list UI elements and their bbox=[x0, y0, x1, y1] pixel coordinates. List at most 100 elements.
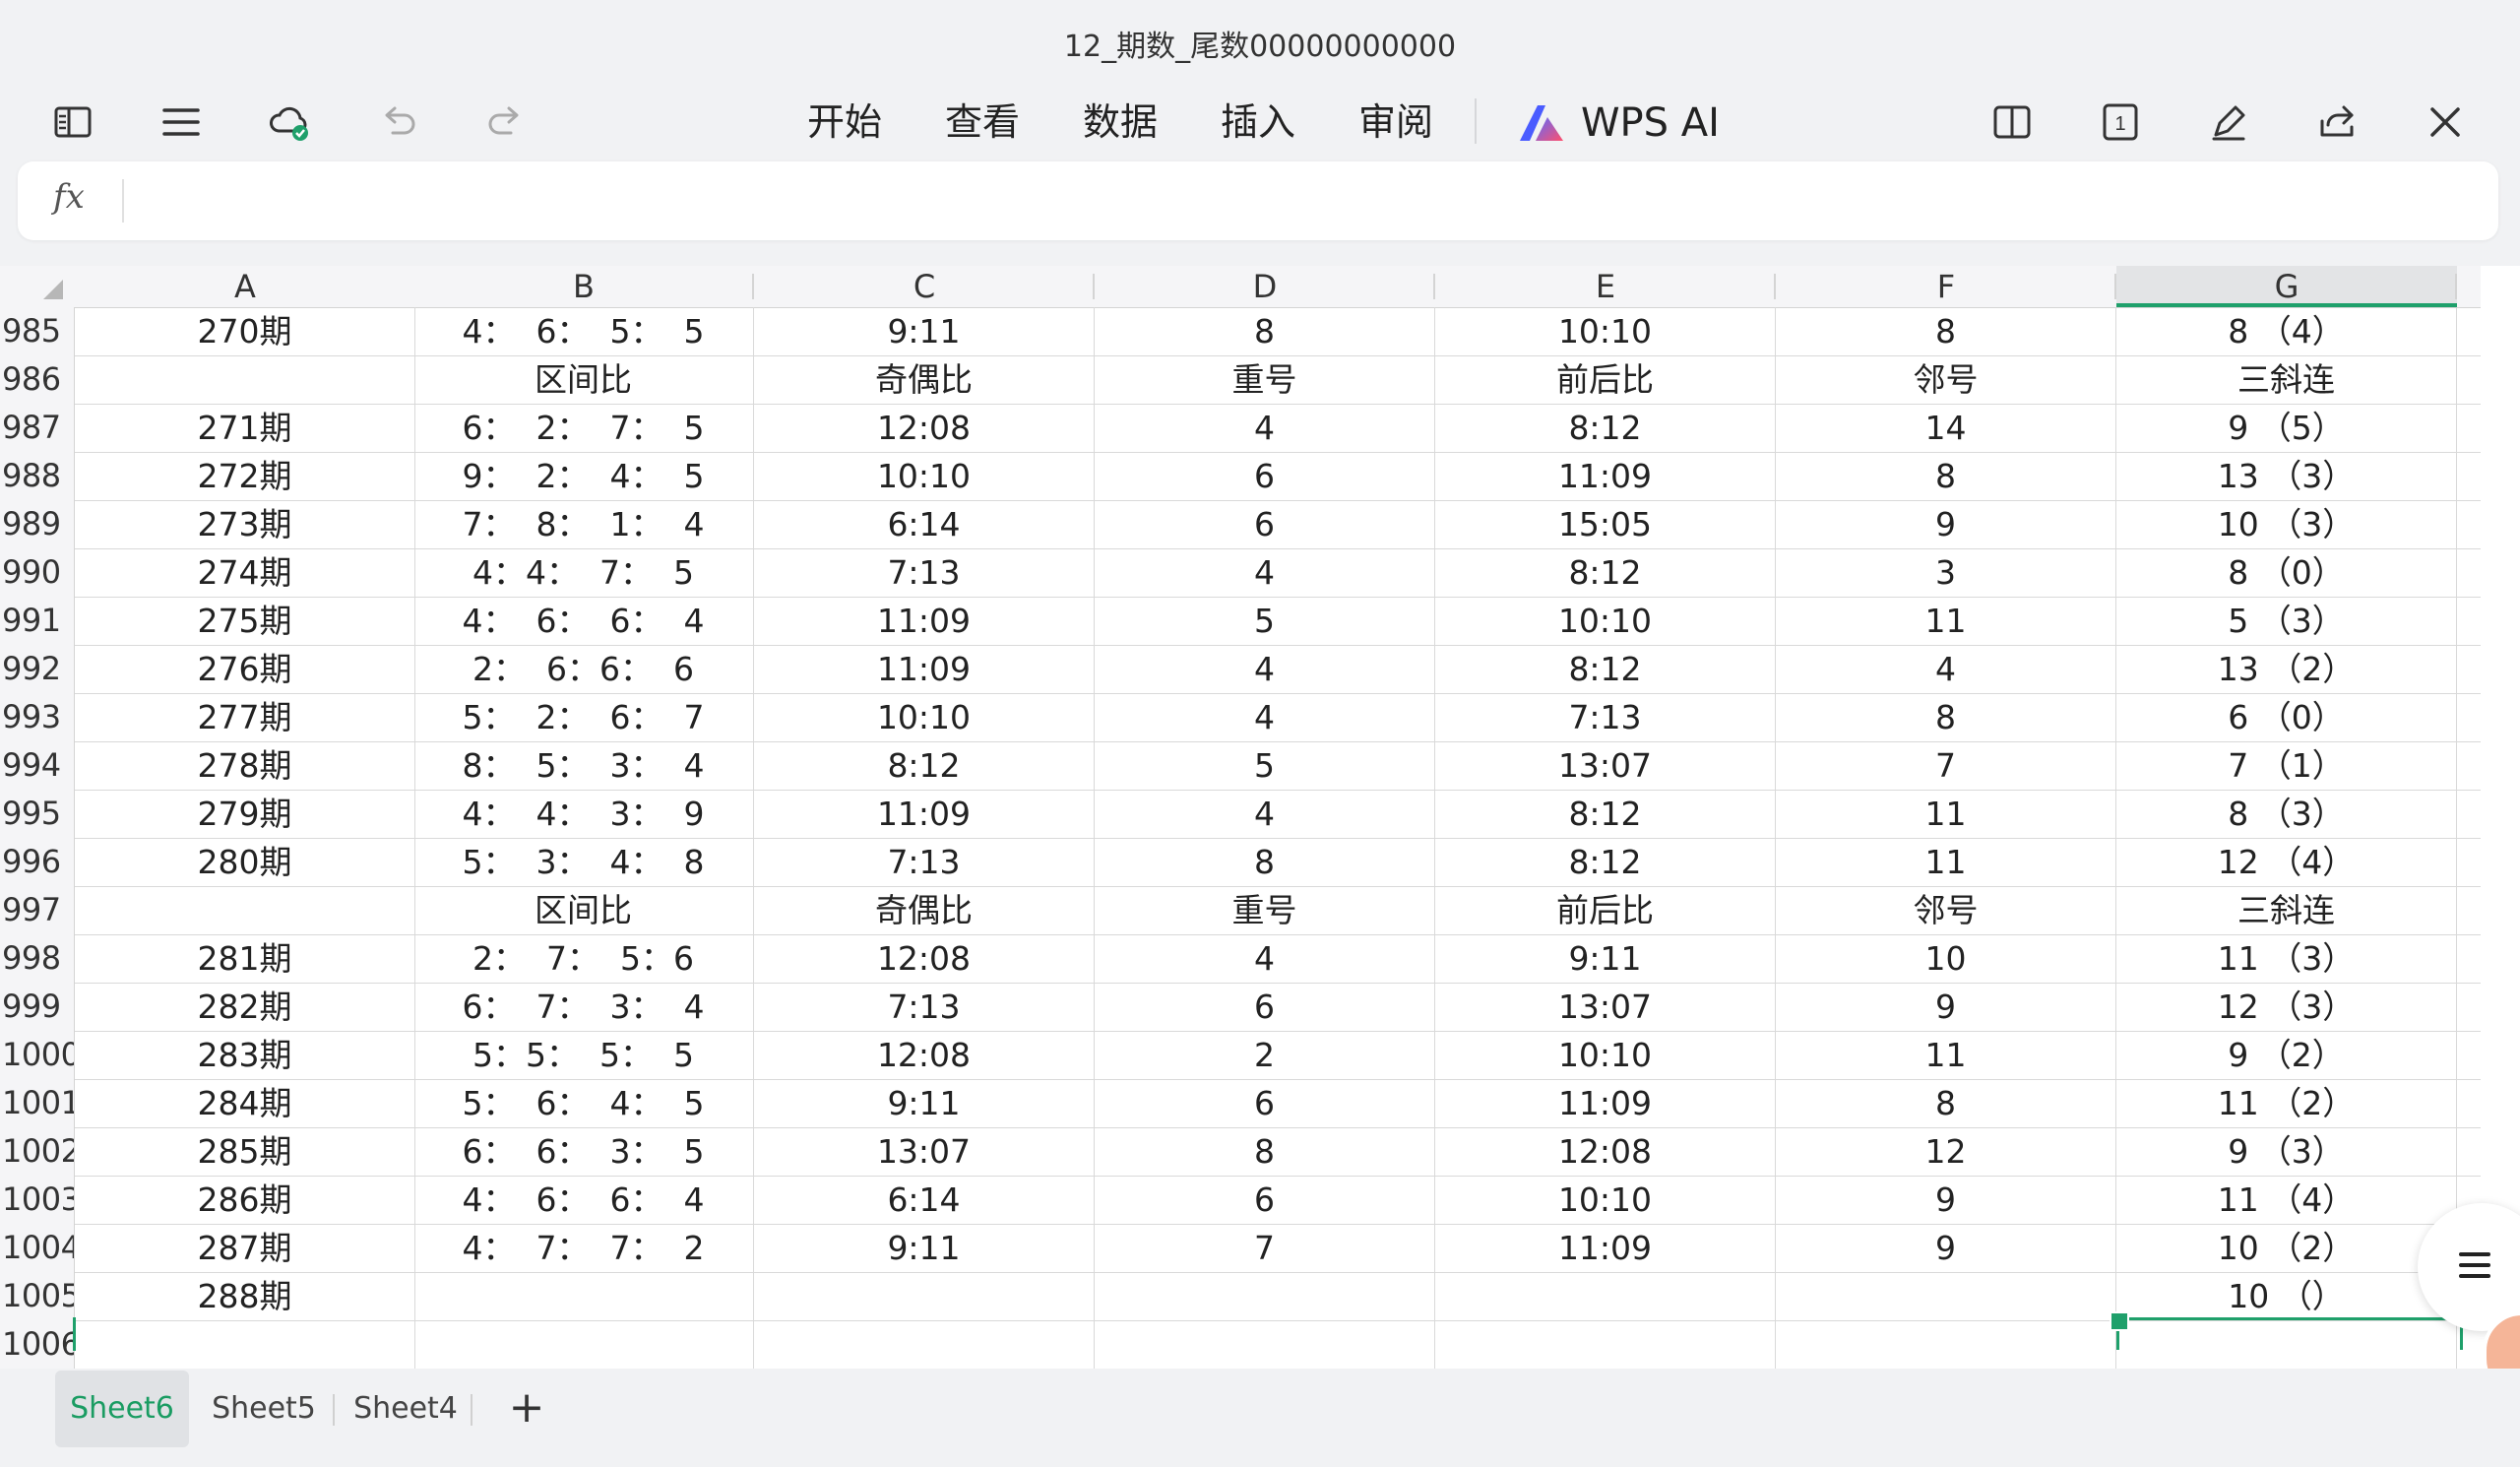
cell-d-985[interactable]: 8 bbox=[1095, 307, 1435, 355]
cell-a-1005[interactable]: 288期 bbox=[75, 1272, 415, 1320]
cell-b-986[interactable]: 区间比 bbox=[413, 355, 754, 404]
cell-a-990[interactable]: 274期 bbox=[75, 548, 415, 597]
row-header[interactable]: 999 bbox=[0, 983, 75, 1031]
edit-pen-icon[interactable] bbox=[2201, 95, 2256, 150]
cell-e-997[interactable]: 前后比 bbox=[1435, 886, 1776, 934]
cell-d-993[interactable]: 4 bbox=[1095, 693, 1435, 741]
cell-b-988[interactable]: 9： 2： 4： 5 bbox=[413, 452, 754, 500]
cell-e-1003[interactable]: 10:10 bbox=[1435, 1176, 1776, 1224]
cell-f-991[interactable]: 11 bbox=[1776, 597, 2116, 645]
cell-e-992[interactable]: 8:12 bbox=[1435, 645, 1776, 693]
cell-c-992[interactable]: 11:09 bbox=[754, 645, 1095, 693]
cell-d-986[interactable]: 重号 bbox=[1095, 355, 1435, 404]
cell-a-993[interactable]: 277期 bbox=[75, 693, 415, 741]
cell-f-1000[interactable]: 11 bbox=[1776, 1031, 2116, 1079]
sidebar-toggle-icon[interactable] bbox=[45, 95, 100, 150]
column-header-d[interactable]: D bbox=[1095, 266, 1435, 307]
row-header[interactable]: 996 bbox=[0, 838, 75, 886]
cell-b-998[interactable]: 2： 7： 5：6 bbox=[413, 934, 754, 983]
cell-g-1003[interactable]: 11 （4） bbox=[2116, 1176, 2457, 1224]
cell-d-987[interactable]: 4 bbox=[1095, 404, 1435, 452]
cell-b-993[interactable]: 5： 2： 6： 7 bbox=[413, 693, 754, 741]
cell-e-1005[interactable] bbox=[1435, 1272, 1776, 1320]
cell-c-1005[interactable] bbox=[754, 1272, 1095, 1320]
cell-g-996[interactable]: 12 （4） bbox=[2116, 838, 2457, 886]
cell-f-1002[interactable]: 12 bbox=[1776, 1127, 2116, 1176]
page-count-icon[interactable]: 1 bbox=[2093, 95, 2148, 150]
row-header[interactable]: 997 bbox=[0, 886, 75, 934]
column-header-b[interactable]: B bbox=[413, 266, 754, 307]
cell-e-995[interactable]: 8:12 bbox=[1435, 790, 1776, 838]
cell-f-998[interactable]: 10 bbox=[1776, 934, 2116, 983]
cell-g-994[interactable]: 7 （1） bbox=[2116, 741, 2457, 790]
cell-e-990[interactable]: 8:12 bbox=[1435, 548, 1776, 597]
split-view-icon[interactable] bbox=[1984, 95, 2040, 150]
column-header-e[interactable]: E bbox=[1435, 266, 1776, 307]
menu-icon[interactable] bbox=[154, 95, 209, 150]
row-header[interactable]: 995 bbox=[0, 790, 75, 838]
cell-e-1001[interactable]: 11:09 bbox=[1435, 1079, 1776, 1127]
cell-c-991[interactable]: 11:09 bbox=[754, 597, 1095, 645]
cell-f-999[interactable]: 9 bbox=[1776, 983, 2116, 1031]
cell-c-988[interactable]: 10:10 bbox=[754, 452, 1095, 500]
cell-g-1002[interactable]: 9 （3） bbox=[2116, 1127, 2457, 1176]
cell-g-1000[interactable]: 9 （2） bbox=[2116, 1031, 2457, 1079]
cell-f-1005[interactable] bbox=[1776, 1272, 2116, 1320]
cell-e-993[interactable]: 7:13 bbox=[1435, 693, 1776, 741]
share-icon[interactable] bbox=[2309, 95, 2364, 150]
cell-c-997[interactable]: 奇偶比 bbox=[754, 886, 1095, 934]
column-header-c[interactable]: C bbox=[754, 266, 1095, 307]
cell-a-1006[interactable] bbox=[75, 1320, 415, 1369]
cell-g-999[interactable]: 12 （3） bbox=[2116, 983, 2457, 1031]
cell-b-1005[interactable] bbox=[413, 1272, 754, 1320]
cell-d-992[interactable]: 4 bbox=[1095, 645, 1435, 693]
cell-b-1000[interactable]: 5：5： 5： 5 bbox=[413, 1031, 754, 1079]
cell-c-1002[interactable]: 13:07 bbox=[754, 1127, 1095, 1176]
cell-f-1006[interactable] bbox=[1776, 1320, 2116, 1369]
column-header-g[interactable]: G bbox=[2116, 266, 2457, 307]
cell-a-985[interactable]: 270期 bbox=[75, 307, 415, 355]
menu-data[interactable]: 数据 bbox=[1083, 98, 1158, 146]
cell-c-1006[interactable] bbox=[754, 1320, 1095, 1369]
cell-b-1006[interactable] bbox=[413, 1320, 754, 1369]
cell-d-995[interactable]: 4 bbox=[1095, 790, 1435, 838]
cell-b-995[interactable]: 4： 4： 3： 9 bbox=[413, 790, 754, 838]
cell-e-1004[interactable]: 11:09 bbox=[1435, 1224, 1776, 1272]
row-header[interactable]: 989 bbox=[0, 500, 75, 548]
cell-f-1003[interactable]: 9 bbox=[1776, 1176, 2116, 1224]
cell-c-1004[interactable]: 9:11 bbox=[754, 1224, 1095, 1272]
sheet-tab-sheet5[interactable]: Sheet5 bbox=[203, 1371, 325, 1447]
cell-e-999[interactable]: 13:07 bbox=[1435, 983, 1776, 1031]
menu-review[interactable]: 审阅 bbox=[1358, 98, 1433, 146]
cell-c-985[interactable]: 9:11 bbox=[754, 307, 1095, 355]
select-all-corner[interactable] bbox=[0, 266, 75, 307]
sheet-tab-sheet6[interactable]: Sheet6 bbox=[55, 1371, 189, 1447]
cell-e-989[interactable]: 15:05 bbox=[1435, 500, 1776, 548]
cell-b-987[interactable]: 6： 2： 7： 5 bbox=[413, 404, 754, 452]
cell-c-989[interactable]: 6:14 bbox=[754, 500, 1095, 548]
cell-e-987[interactable]: 8:12 bbox=[1435, 404, 1776, 452]
cell-g-986[interactable]: 三斜连 bbox=[2116, 355, 2457, 404]
cell-d-996[interactable]: 8 bbox=[1095, 838, 1435, 886]
column-header-f[interactable]: F bbox=[1776, 266, 2116, 307]
cell-b-999[interactable]: 6： 7： 3： 4 bbox=[413, 983, 754, 1031]
undo-icon[interactable] bbox=[370, 95, 425, 150]
cell-g-1006[interactable] bbox=[2116, 1320, 2457, 1369]
cell-g-989[interactable]: 10 （3） bbox=[2116, 500, 2457, 548]
cell-g-988[interactable]: 13 （3） bbox=[2116, 452, 2457, 500]
cell-c-1000[interactable]: 12:08 bbox=[754, 1031, 1095, 1079]
cell-a-994[interactable]: 278期 bbox=[75, 741, 415, 790]
row-header[interactable]: 990 bbox=[0, 548, 75, 597]
cell-a-1000[interactable]: 283期 bbox=[75, 1031, 415, 1079]
add-sheet-button[interactable]: + bbox=[502, 1378, 551, 1437]
cell-b-994[interactable]: 8： 5： 3： 4 bbox=[413, 741, 754, 790]
cloud-sync-icon[interactable] bbox=[262, 95, 317, 150]
menu-insert[interactable]: 插入 bbox=[1221, 98, 1295, 146]
cell-c-986[interactable]: 奇偶比 bbox=[754, 355, 1095, 404]
cell-e-985[interactable]: 10:10 bbox=[1435, 307, 1776, 355]
cell-f-992[interactable]: 4 bbox=[1776, 645, 2116, 693]
cell-c-1003[interactable]: 6:14 bbox=[754, 1176, 1095, 1224]
cell-f-996[interactable]: 11 bbox=[1776, 838, 2116, 886]
cell-a-986[interactable] bbox=[75, 355, 415, 404]
cell-d-990[interactable]: 4 bbox=[1095, 548, 1435, 597]
